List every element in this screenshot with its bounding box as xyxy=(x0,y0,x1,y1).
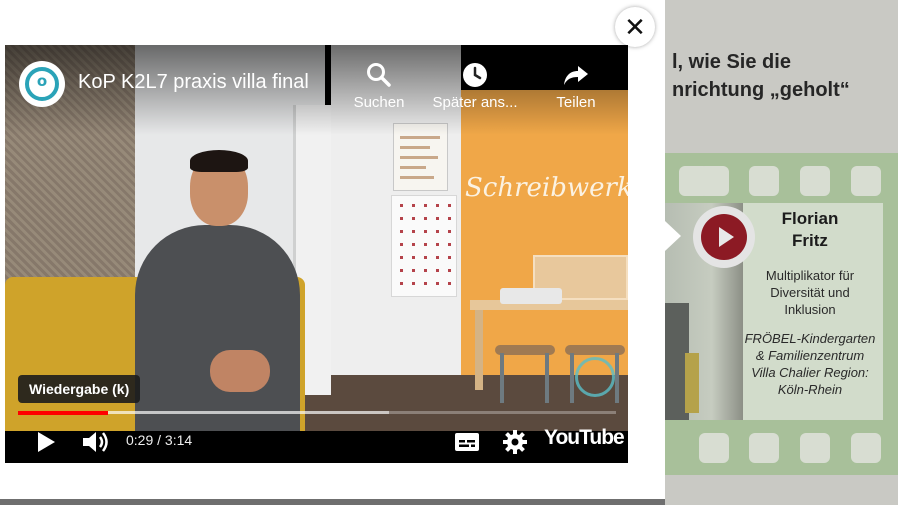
film-perforation xyxy=(749,166,779,196)
profile-organization: FRÖBEL-Kindergarten & Familienzentrum Vi… xyxy=(744,331,876,397)
chart-mark xyxy=(424,217,427,220)
play-icon xyxy=(719,227,734,247)
profile-last-name: Fritz xyxy=(792,231,828,250)
chart-mark xyxy=(436,204,439,207)
person xyxy=(135,225,300,431)
progress-played xyxy=(18,411,108,415)
share-icon xyxy=(549,61,603,93)
play-button[interactable] xyxy=(35,430,57,459)
chart-mark xyxy=(400,256,403,259)
chart-mark xyxy=(412,204,415,207)
chart-mark xyxy=(448,230,451,233)
watch-later-button[interactable]: Später ans... xyxy=(428,61,522,113)
film-perforation xyxy=(851,166,881,196)
channel-logo[interactable]: o xyxy=(19,61,65,107)
time-display: 0:29 / 3:14 xyxy=(126,432,193,448)
chart-mark xyxy=(436,269,439,272)
film-perforation xyxy=(851,433,881,463)
chart-mark xyxy=(424,243,427,246)
subtitles-button[interactable] xyxy=(454,431,480,458)
chart-mark xyxy=(436,243,439,246)
chart-mark xyxy=(448,204,451,207)
subtitles-icon xyxy=(455,433,479,451)
chart-mark xyxy=(412,217,415,220)
player-controls: 0:29 / 3:14 YouTube xyxy=(5,421,628,463)
settings-button[interactable] xyxy=(502,429,528,460)
chart-mark xyxy=(436,256,439,259)
chart-mark xyxy=(448,243,451,246)
chart-mark xyxy=(412,256,415,259)
clock-icon xyxy=(428,61,522,93)
chart-mark xyxy=(448,282,451,285)
play-icon xyxy=(38,432,55,452)
search-icon xyxy=(349,61,409,93)
video-player[interactable]: Schreibwerkst o KoP K2L7 praxis villa fi… xyxy=(5,45,628,463)
chart-mark xyxy=(400,269,403,272)
chart-mark xyxy=(412,230,415,233)
chart-mark xyxy=(436,217,439,220)
film-perforation xyxy=(800,433,830,463)
play-tooltip: Wiedergabe (k) xyxy=(18,375,141,403)
close-icon: ✕ xyxy=(624,12,646,42)
chart-mark xyxy=(412,282,415,285)
chart-mark xyxy=(424,256,427,259)
profile-role: Multiplikator für Diversität und Inklusi… xyxy=(765,268,855,317)
chart-mark xyxy=(400,243,403,246)
modal-pointer-arrow xyxy=(665,221,681,251)
channel-watermark[interactable] xyxy=(575,357,615,397)
chart-mark xyxy=(448,269,451,272)
section-heading: l, wie Sie die nrichtung „geholt“ xyxy=(672,48,850,104)
search-label: Suchen xyxy=(353,94,405,111)
film-perforation xyxy=(749,433,779,463)
chart-mark xyxy=(400,217,403,220)
chart-mark xyxy=(424,282,427,285)
heading-line-1: l, wie Sie die xyxy=(672,51,791,73)
chart-mark xyxy=(400,204,403,207)
wall-scribble: Schreibwerkst xyxy=(465,173,628,203)
chart-mark xyxy=(436,282,439,285)
share-button[interactable]: Teilen xyxy=(549,61,603,113)
chart-mark xyxy=(424,230,427,233)
film-perforation xyxy=(699,166,729,196)
chart-mark xyxy=(424,269,427,272)
mute-button[interactable] xyxy=(81,429,111,460)
chart-mark xyxy=(400,282,403,285)
chart-mark xyxy=(448,217,451,220)
profile-first-name: Florian xyxy=(781,209,839,228)
modal-bottom-edge xyxy=(0,499,665,505)
gear-icon xyxy=(503,430,527,454)
volume-icon xyxy=(83,432,108,452)
watch-later-label: Später ans... xyxy=(432,94,518,111)
chart-mark xyxy=(412,243,415,246)
film-perforation xyxy=(800,166,830,196)
chart-mark xyxy=(412,269,415,272)
search-button[interactable]: Suchen xyxy=(349,61,409,113)
film-perforation xyxy=(699,433,729,463)
youtube-logo[interactable]: YouTube xyxy=(544,426,625,450)
share-label: Teilen xyxy=(556,94,596,111)
chart-mark xyxy=(424,204,427,207)
chart-mark xyxy=(436,230,439,233)
close-button[interactable]: ✕ xyxy=(615,7,655,47)
typewriter xyxy=(500,288,562,304)
chart-mark xyxy=(400,230,403,233)
logo-mark: o xyxy=(36,72,48,90)
video-title[interactable]: KoP K2L7 praxis villa final xyxy=(78,71,309,94)
alphabet-chart xyxy=(391,195,457,297)
profile-name: Florian Fritz xyxy=(748,208,872,252)
profile-play-button[interactable] xyxy=(693,206,755,268)
heading-line-2: nrichtung „geholt“ xyxy=(672,79,850,101)
chart-mark xyxy=(448,256,451,259)
